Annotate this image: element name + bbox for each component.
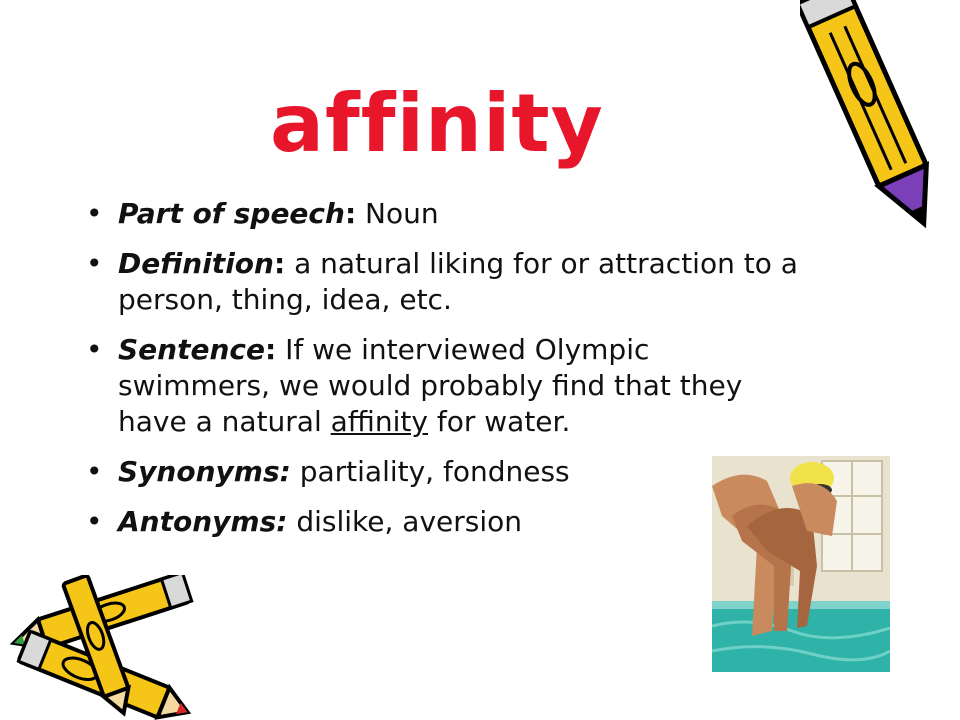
- bullet-text: Noun: [356, 197, 439, 230]
- bullet-separator: :: [344, 197, 357, 230]
- bullet-term: Definition: [118, 247, 274, 280]
- bullet-sentence: • Sentence: If we interviewed Olympic sw…: [84, 332, 804, 440]
- bullet-term: Synonyms:: [118, 455, 291, 488]
- bullet-synonyms: • Synonyms: partiality, fondness: [84, 454, 804, 490]
- bullet-dot: •: [86, 197, 103, 230]
- swimmers-photo: [712, 456, 890, 672]
- bullet-text-end: for water.: [427, 405, 571, 438]
- bullet-part-of-speech: • Part of speech: Noun: [84, 196, 804, 232]
- bullet-antonyms: • Antonyms: dislike, aversion: [84, 504, 804, 540]
- bullet-dot: •: [86, 333, 103, 366]
- bullet-text: partiality, fondness: [290, 455, 570, 488]
- crossed-pencils-icon: [9, 575, 194, 720]
- bullet-dot: •: [86, 247, 103, 280]
- bullet-separator: :: [273, 247, 286, 280]
- slide: affinity • Part of speech: Noun • Defini…: [0, 0, 960, 720]
- pencil-icon: [800, 0, 930, 229]
- bullet-dot: •: [86, 455, 103, 488]
- bullet-list: • Part of speech: Noun • Definition: a n…: [84, 196, 804, 554]
- bullet-term: Part of speech: [118, 197, 345, 230]
- bullet-term: Antonyms:: [118, 505, 288, 538]
- bullet-text: dislike, aversion: [287, 505, 523, 538]
- underlined-word: affinity: [330, 405, 428, 438]
- page-title: affinity: [270, 77, 604, 170]
- bullet-definition: • Definition: a natural liking for or at…: [84, 246, 804, 318]
- bullet-dot: •: [86, 505, 103, 538]
- bullet-term: Sentence: [118, 333, 265, 366]
- bullet-separator: :: [265, 333, 277, 366]
